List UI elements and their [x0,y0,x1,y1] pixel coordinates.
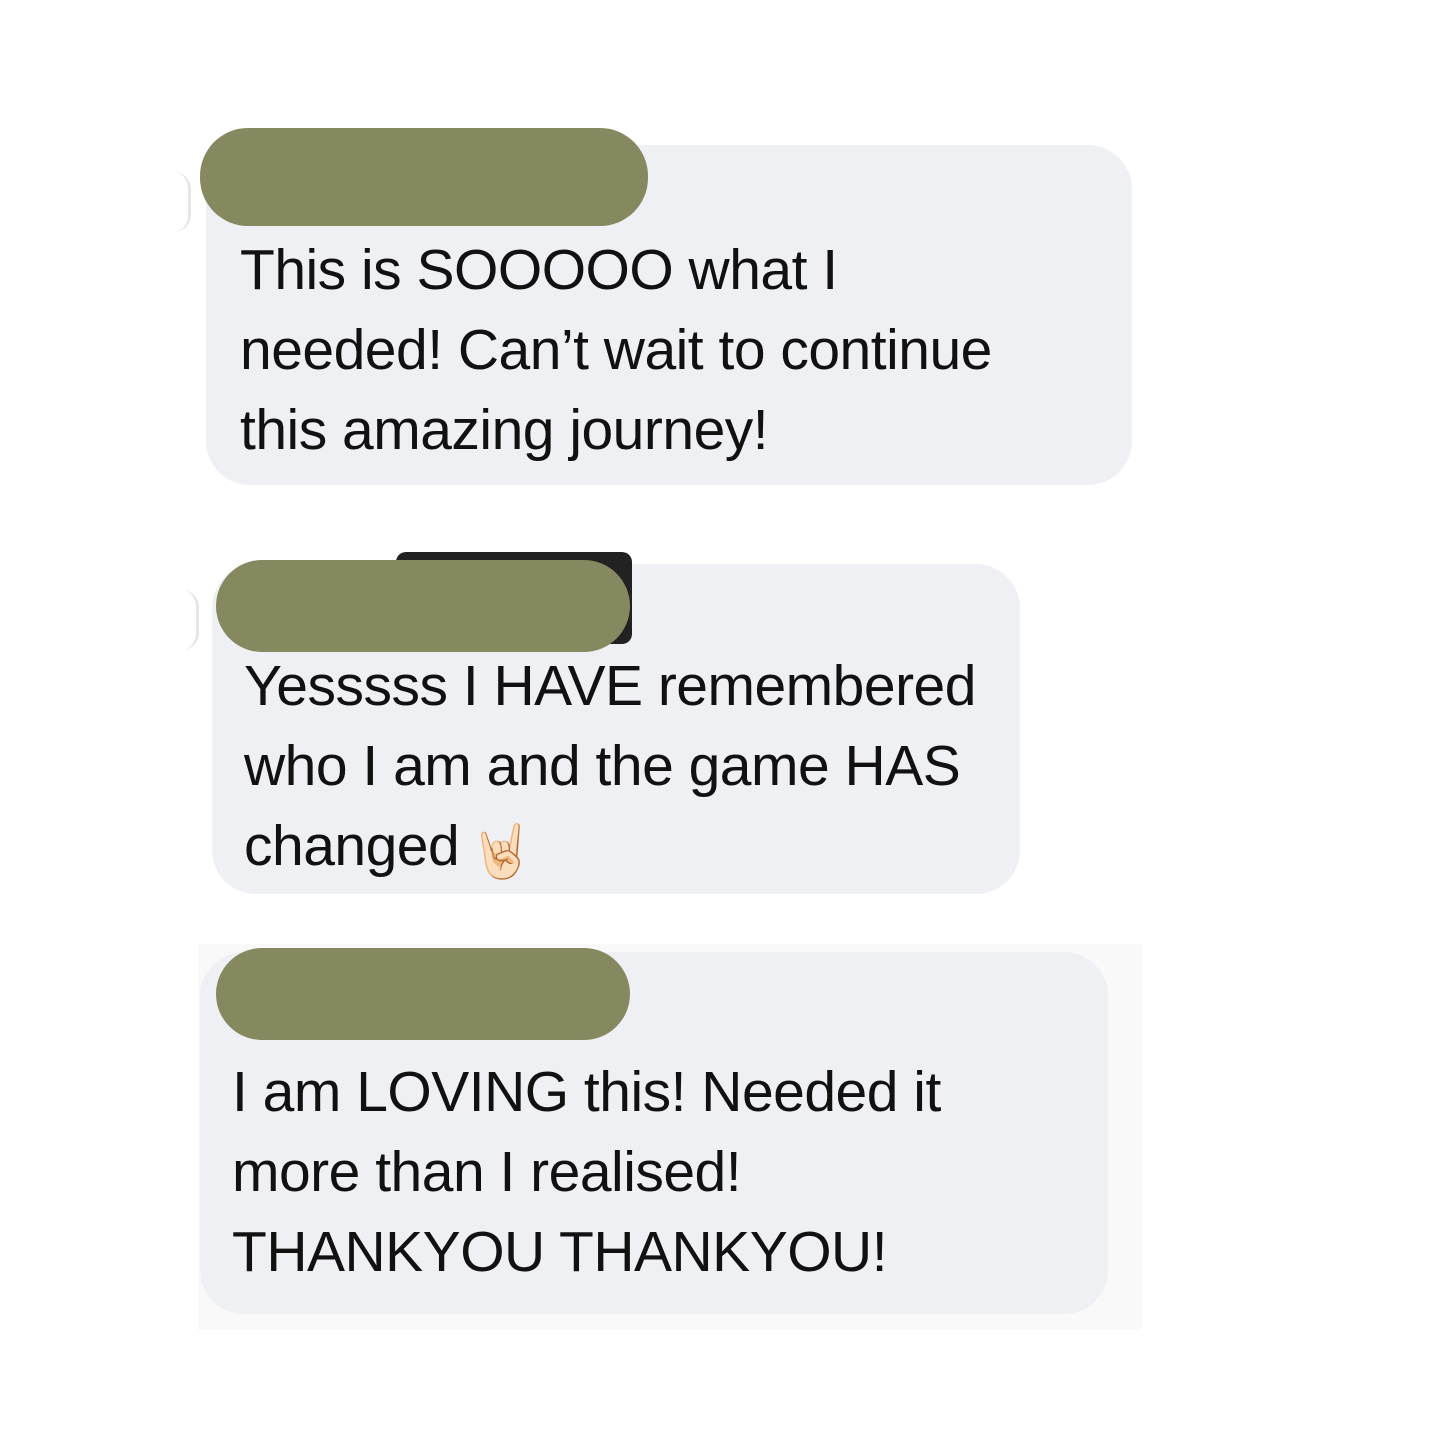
redacted-sender-name-1 [200,128,648,226]
redacted-sender-name-2 [216,560,630,652]
message-text-1: This is SOOOOO what I needed! Can’t wait… [240,238,992,462]
message-thread: This is SOOOOO what I needed! Can’t wait… [0,0,1440,1440]
bubble-tail [182,590,199,650]
sign-of-the-horns-icon: 🤘🏻 [469,823,534,881]
redacted-sender-name-3 [216,948,630,1040]
message-text-3: I am LOVING this! Needed it more than I … [232,1060,941,1284]
message-text-2-body: Yesssss I HAVE remembered who I am and t… [244,654,976,878]
message-text-2: Yesssss I HAVE remembered who I am and t… [244,646,1014,886]
bubble-tail [174,172,191,232]
